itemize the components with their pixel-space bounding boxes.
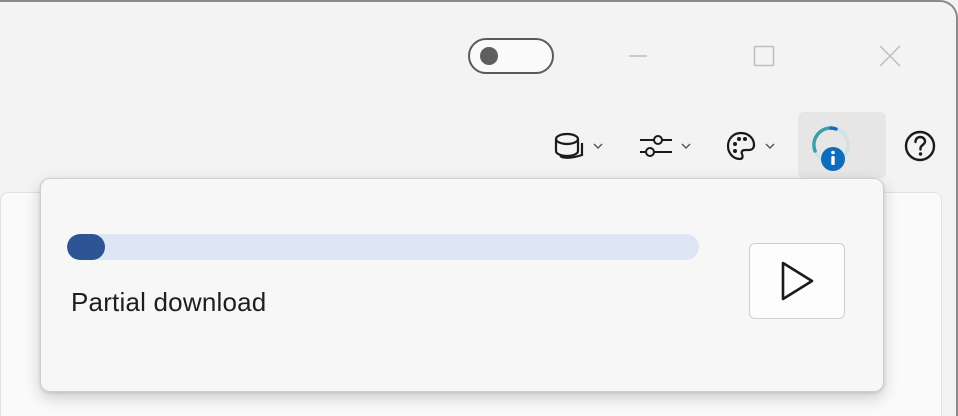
database-icon: [554, 132, 584, 159]
play-button[interactable]: [749, 243, 845, 319]
download-status-button[interactable]: [798, 112, 886, 178]
maximize-icon: [753, 45, 775, 67]
download-flyout: Partial download: [40, 178, 884, 392]
download-progress-fill: [67, 234, 105, 260]
close-button[interactable]: [860, 34, 920, 78]
play-icon: [781, 261, 814, 301]
chevron-down-icon: [681, 143, 691, 149]
chevron-down-icon: [593, 143, 603, 149]
help-icon: [904, 130, 936, 162]
close-icon: [879, 45, 901, 67]
settings-menu-button[interactable]: [638, 120, 692, 172]
sliders-icon: [640, 135, 672, 157]
maximize-button[interactable]: [734, 34, 794, 78]
theme-menu-button[interactable]: [724, 120, 776, 172]
download-status-info-icon: [812, 126, 850, 171]
theme-toggle[interactable]: [468, 38, 554, 74]
chevron-down-icon: [765, 143, 775, 149]
download-status-text: Partial download: [71, 287, 267, 317]
palette-icon: [726, 131, 756, 161]
app-window: Partial download: [0, 0, 958, 416]
help-button[interactable]: [902, 126, 938, 166]
minimize-icon: [629, 55, 647, 57]
toggle-knob: [480, 47, 498, 65]
database-menu-button[interactable]: [552, 120, 604, 172]
minimize-button[interactable]: [608, 34, 668, 78]
download-progress-bar: [67, 234, 699, 260]
